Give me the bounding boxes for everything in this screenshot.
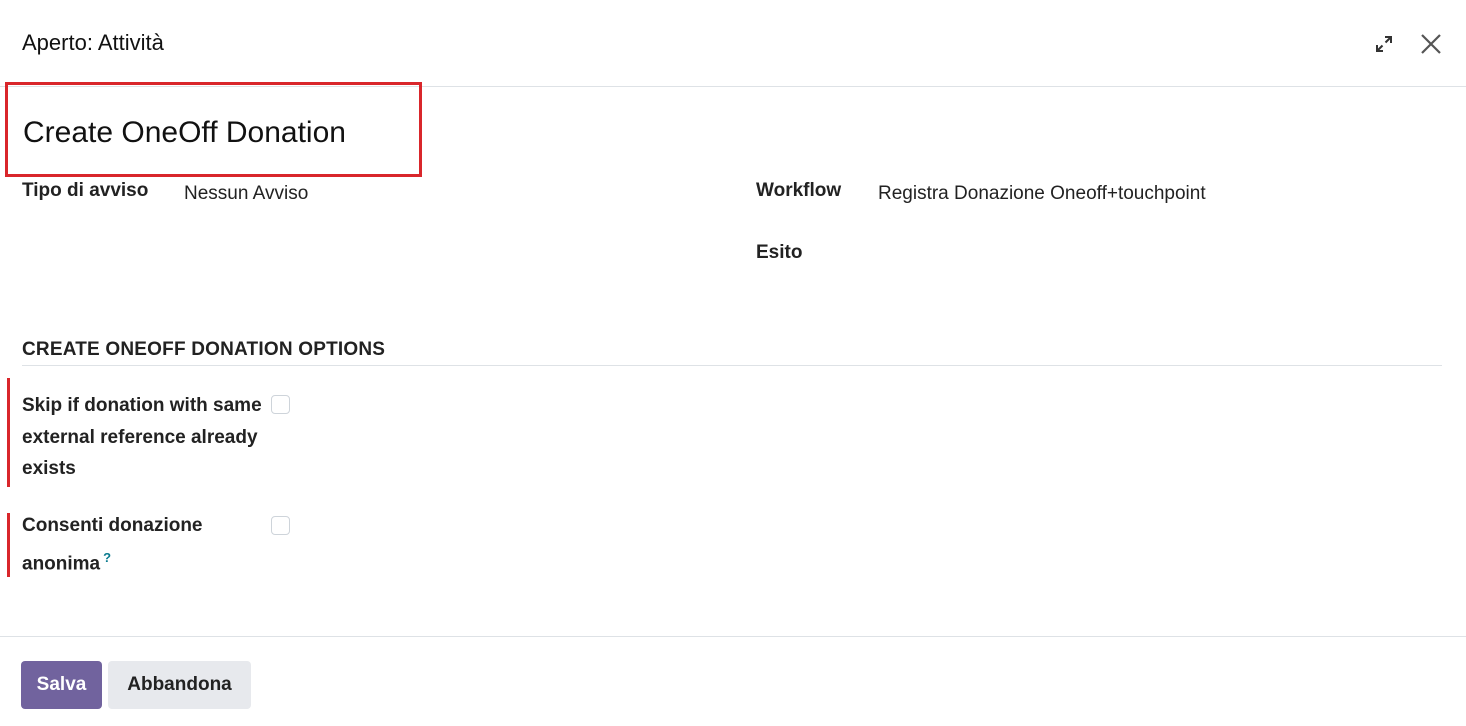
activity-dialog: Aperto: Attività Create OneOff Donation …: [0, 0, 1466, 726]
dialog-footer: Salva Abbandona: [0, 636, 1466, 726]
required-marker: [7, 378, 10, 487]
close-icon: [1421, 34, 1441, 54]
expand-button[interactable]: [1370, 30, 1398, 58]
expand-arrows-icon: [1376, 36, 1392, 52]
anonymous-donation-label: Consenti donazione anonima: [22, 515, 203, 574]
discard-button[interactable]: Abbandona: [108, 661, 251, 709]
required-marker: [7, 513, 10, 577]
record-title[interactable]: Create OneOff Donation: [23, 116, 346, 150]
close-button[interactable]: [1417, 30, 1445, 58]
skip-duplicate-checkbox[interactable]: [271, 395, 290, 414]
anonymous-donation-label-wrap: Consenti donazione anonima?: [22, 510, 262, 579]
section-title: CREATE ONEOFF DONATION OPTIONS: [22, 339, 386, 360]
skip-duplicate-label: Skip if donation with same external refe…: [22, 395, 262, 479]
save-button[interactable]: Salva: [21, 661, 102, 709]
esito-label: Esito: [756, 242, 803, 263]
anonymous-donation-checkbox[interactable]: [271, 516, 290, 535]
tipo-di-avviso-value[interactable]: Nessun Avviso: [184, 183, 308, 205]
dialog-body: Create OneOff Donation Tipo di avviso Ne…: [0, 82, 1466, 636]
dialog-header: Aperto: Attività: [0, 0, 1466, 87]
workflow-value[interactable]: Registra Donazione Oneoff+touchpoint: [878, 183, 1206, 205]
dialog-title: Aperto: Attività: [22, 30, 164, 55]
section-divider: [22, 365, 1442, 366]
workflow-label: Workflow: [756, 180, 842, 201]
tipo-di-avviso-label: Tipo di avviso: [22, 180, 149, 201]
help-tooltip-icon[interactable]: ?: [103, 550, 111, 565]
esito-value[interactable]: [878, 245, 1438, 269]
